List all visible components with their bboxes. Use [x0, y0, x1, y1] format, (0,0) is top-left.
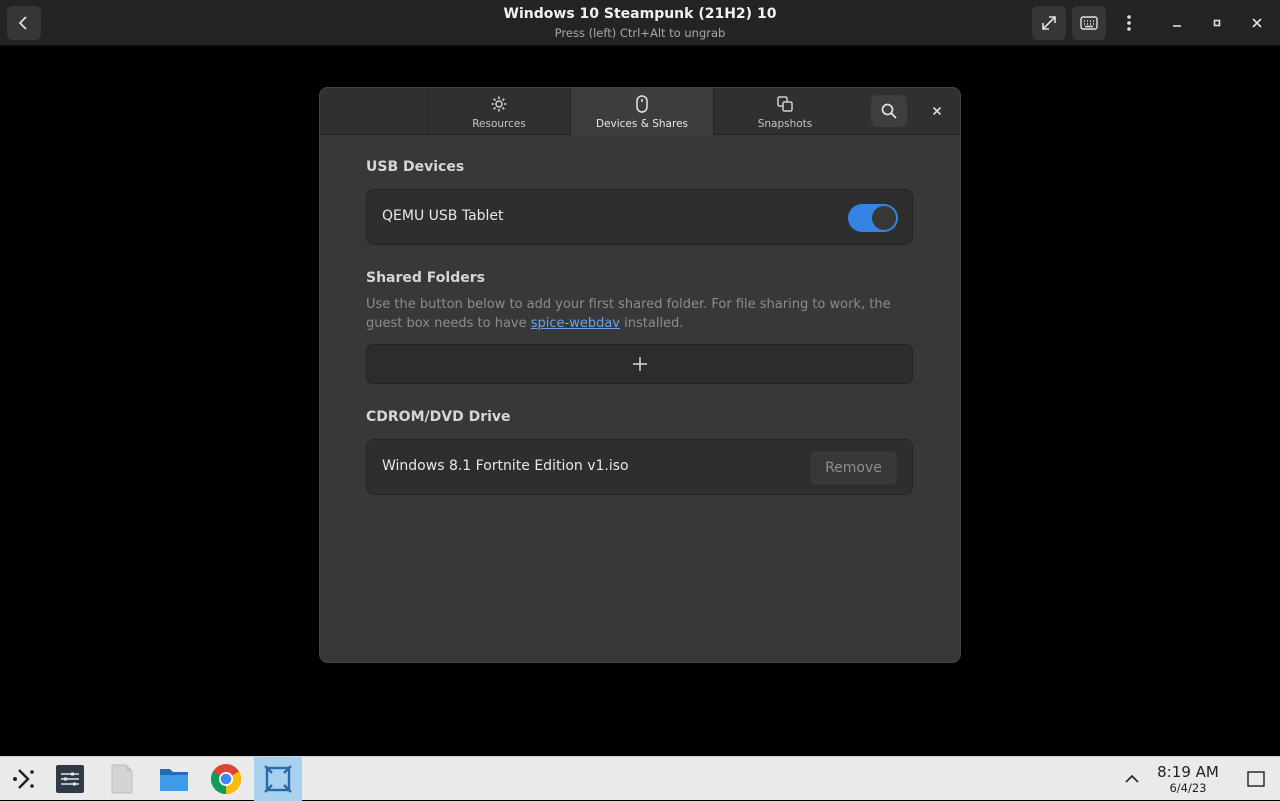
- window-title: Windows 10 Steampunk (21H2) 10: [503, 6, 777, 22]
- maximize-icon: [1213, 19, 1221, 27]
- launcher-icon: [13, 769, 34, 789]
- mouse-icon: [636, 95, 648, 113]
- taskbar: 8:19 AM 6/4/23: [0, 756, 1280, 801]
- plus-icon: [632, 357, 647, 371]
- close-icon: [932, 106, 942, 116]
- folder-icon: [160, 769, 188, 791]
- copy-icon: [777, 96, 793, 112]
- chevron-up-icon: [1125, 774, 1139, 783]
- tab-devices-shares-label: Devices & Shares: [595, 118, 688, 130]
- desktop-icon: [1247, 771, 1265, 787]
- usb-device-row: QEMU USB Tablet: [366, 189, 913, 245]
- close-icon: [1252, 18, 1262, 28]
- taskbar-boxes[interactable]: [254, 757, 302, 801]
- minimize-icon: [1173, 25, 1181, 27]
- usb-device-label: QEMU USB Tablet: [382, 208, 504, 224]
- window-subtitle: Press (left) Ctrl+Alt to ungrab: [554, 26, 726, 40]
- cdrom-heading: CDROM/DVD Drive: [366, 409, 511, 425]
- app-launcher-button[interactable]: [0, 757, 48, 801]
- toggle-knob: [872, 206, 896, 230]
- tab-devices-shares[interactable]: Devices & Shares: [570, 88, 713, 135]
- back-icon: [18, 16, 27, 30]
- search-icon: [881, 103, 897, 119]
- settings-panel-icon: [56, 765, 84, 793]
- usb-devices-heading: USB Devices: [366, 159, 465, 175]
- fullscreen-button[interactable]: [1032, 6, 1066, 40]
- show-desktop-button[interactable]: [1232, 757, 1280, 801]
- description-text-end: installed.: [620, 316, 684, 331]
- menu-icon: [1127, 15, 1131, 31]
- fullscreen-icon: [1042, 16, 1056, 30]
- minimize-button[interactable]: [1164, 10, 1190, 36]
- menu-button[interactable]: [1112, 6, 1146, 40]
- dialog-header: Resources Devices & Shares Snapshots: [320, 88, 960, 135]
- tab-resources[interactable]: Resources: [427, 88, 570, 135]
- properties-dialog: Resources Devices & Shares Snapshots USB…: [319, 87, 961, 663]
- add-shared-folder-button[interactable]: [366, 344, 913, 384]
- keyboard-icon: [1080, 16, 1098, 30]
- remove-button[interactable]: Remove: [810, 451, 897, 485]
- tab-snapshots-label: Snapshots: [757, 118, 813, 130]
- taskbar-folder[interactable]: [150, 757, 198, 801]
- back-button[interactable]: [7, 6, 41, 40]
- title-bar: Windows 10 Steampunk (21H2) 10 Press (le…: [0, 0, 1280, 46]
- chrome-icon: [210, 764, 242, 794]
- boxes-icon: [264, 765, 292, 793]
- cdrom-row: Windows 8.1 Fortnite Edition v1.iso Remo…: [366, 439, 913, 495]
- taskbar-file[interactable]: [98, 757, 146, 801]
- search-button[interactable]: [871, 95, 907, 127]
- keyboard-button[interactable]: [1072, 6, 1106, 40]
- dialog-close-button[interactable]: [924, 99, 950, 123]
- file-icon: [111, 764, 133, 794]
- clock-time[interactable]: 8:19 AM: [1148, 763, 1228, 781]
- gear-icon: [491, 96, 507, 112]
- taskbar-settings[interactable]: [46, 757, 94, 801]
- spice-webdav-link[interactable]: spice-webdav: [531, 316, 620, 331]
- tab-snapshots[interactable]: Snapshots: [713, 88, 856, 135]
- tab-resources-label: Resources: [472, 118, 526, 130]
- taskbar-chrome[interactable]: [202, 757, 250, 801]
- maximize-button[interactable]: [1204, 10, 1230, 36]
- shared-folders-description: Use the button below to add your first s…: [366, 295, 896, 333]
- cdrom-file-label: Windows 8.1 Fortnite Edition v1.iso: [382, 458, 629, 474]
- shared-folders-heading: Shared Folders: [366, 270, 485, 286]
- clock-date[interactable]: 6/4/23: [1148, 781, 1228, 795]
- close-button[interactable]: [1244, 10, 1270, 36]
- usb-device-toggle[interactable]: [848, 204, 898, 232]
